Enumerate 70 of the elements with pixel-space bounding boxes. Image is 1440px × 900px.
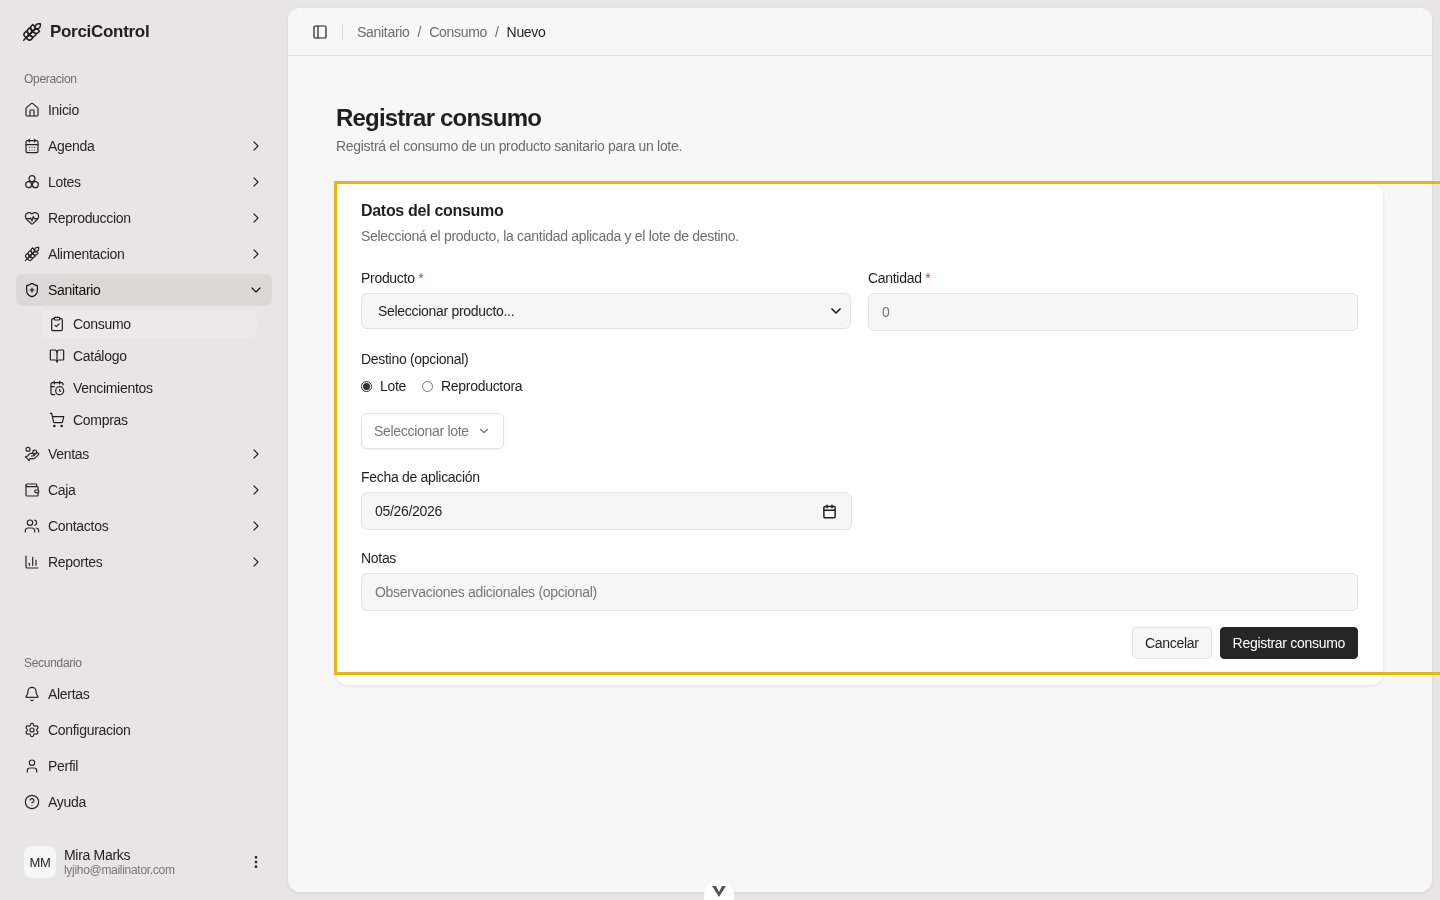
sidebar-toggle-icon[interactable]: [312, 23, 328, 40]
heart-pulse-icon: [24, 210, 40, 226]
date-field[interactable]: 05/26/2026: [361, 492, 852, 530]
shield-plus-icon: [24, 282, 40, 298]
sidebar-item[interactable]: Reportes: [16, 546, 272, 578]
wheat-icon: [22, 22, 42, 42]
help-icon: [24, 794, 40, 810]
user-name: Mira Marks: [64, 847, 132, 863]
quantity-field[interactable]: 0: [868, 293, 1358, 331]
lot-select[interactable]: Seleccionar lote: [361, 413, 504, 449]
sidebar-item[interactable]: Ventas: [16, 438, 272, 470]
field-label: Producto *: [361, 270, 425, 286]
breadcrumb-item: Nuevo: [506, 23, 546, 40]
field-label: Cantidad *: [868, 270, 932, 286]
submenu-item[interactable]: Vencimientos: [41, 374, 257, 402]
section-title: Secundario: [23, 655, 83, 672]
sidebar-item[interactable]: Sanitario: [16, 274, 272, 306]
calendar-clock-icon: [49, 380, 65, 396]
breadcrumb-separator: /: [417, 23, 422, 40]
submenu-item[interactable]: Consumo: [41, 310, 257, 338]
card-title: Datos del consumo: [361, 202, 505, 220]
section-title: Operacion: [23, 71, 78, 88]
circles-icon: [24, 174, 40, 190]
user-icon: [24, 758, 40, 774]
radio-option[interactable]: Lote: [361, 378, 407, 394]
sidebar-item[interactable]: Inicio: [16, 94, 272, 126]
notes-field[interactable]: Observaciones adicionales (opcional): [361, 573, 1358, 611]
sidebar-item[interactable]: Contactos: [16, 510, 272, 542]
cancel-button[interactable]: Cancelar: [1131, 627, 1212, 659]
breadcrumb-separator: /: [495, 23, 499, 40]
wheat-icon: [24, 246, 40, 262]
chevron-logo-icon: [712, 886, 726, 897]
field-label: Notas: [361, 550, 398, 566]
users-icon: [24, 518, 40, 534]
sidebar-item[interactable]: Agenda: [16, 130, 272, 162]
devtools-tab[interactable]: [704, 880, 734, 900]
sidebar-item[interactable]: Caja: [16, 474, 272, 506]
bell-icon: [24, 686, 40, 702]
page-title: Registrar consumo: [336, 104, 543, 132]
field-label: Destino (opcional): [361, 351, 470, 367]
book-icon: [49, 348, 65, 364]
breadcrumb-item[interactable]: Consumo: [429, 23, 487, 40]
submit-button[interactable]: Registrar consumo: [1219, 627, 1358, 659]
clipboard-check-icon: [49, 316, 65, 332]
calendar-icon: [24, 138, 40, 154]
radio-option[interactable]: Reproductora: [422, 378, 523, 394]
sidebar-item[interactable]: Lotes: [16, 166, 272, 198]
cart-icon: [49, 412, 65, 428]
bar-chart-icon: [24, 554, 40, 570]
page-subtitle: Registrá el consumo de un producto sanitario para un lote.: [336, 138, 684, 154]
submenu-item[interactable]: Compras: [41, 406, 257, 434]
user-email: lyjiho@mailinator.com: [64, 863, 176, 877]
field-label: Fecha de aplicación: [361, 469, 481, 485]
submenu-item[interactable]: Catálogo: [41, 342, 257, 370]
sidebar-item[interactable]: Alertas: [16, 678, 272, 710]
hand-coins-icon: [24, 446, 40, 462]
sidebar-item[interactable]: Perfil: [16, 750, 272, 782]
sidebar-item[interactable]: Alimentacion: [16, 238, 272, 270]
sidebar-item[interactable]: Ayuda: [16, 786, 272, 818]
sidebar-item[interactable]: Reproduccion: [16, 202, 272, 234]
wallet-icon: [24, 482, 40, 498]
product-select[interactable]: Seleccionar producto...: [361, 293, 851, 329]
app-name: PorciControl: [50, 22, 150, 42]
card-subtitle: Seleccioná el producto, la cantidad aplicada y el lote de destino.: [361, 228, 740, 244]
calendar-icon[interactable]: [822, 503, 837, 519]
user-avatar: MM: [24, 846, 56, 878]
breadcrumb-item[interactable]: Sanitario: [357, 23, 410, 40]
sidebar-item[interactable]: Configuracion: [16, 714, 272, 746]
settings-icon: [24, 722, 40, 738]
home-icon: [24, 102, 40, 118]
